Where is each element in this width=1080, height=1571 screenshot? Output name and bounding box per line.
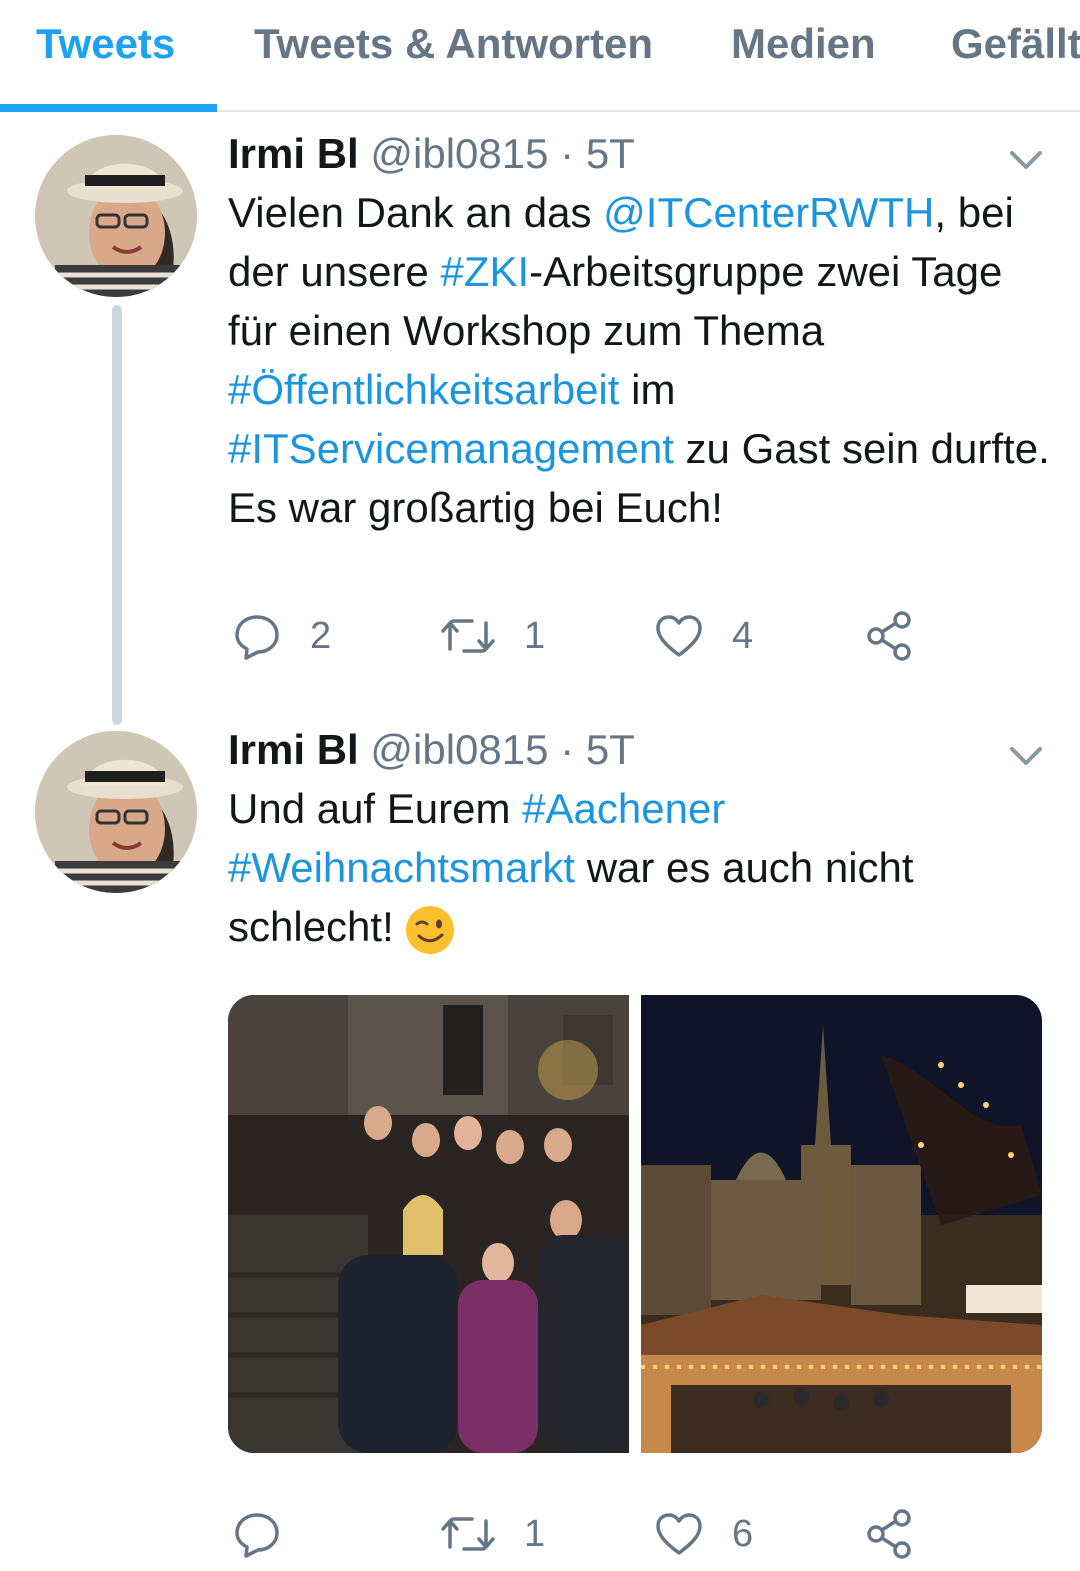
reply-icon <box>235 615 279 660</box>
tweet-menu-button[interactable] <box>1008 741 1044 771</box>
retweet-count: 1 <box>524 1512 546 1555</box>
chevron-down-icon <box>1010 151 1042 169</box>
tweet-text: Vielen Dank an das @ITCenterRWTH, bei de… <box>228 183 1058 537</box>
author-name[interactable]: Irmi Bl <box>228 130 359 177</box>
author-handle[interactable]: @ibl0815 <box>370 726 548 773</box>
tweet-timestamp[interactable]: 5T <box>586 130 635 177</box>
tweet-actions: 1 6 <box>228 1506 1048 1562</box>
reply-button[interactable] <box>232 1506 282 1562</box>
tweet-timestamp[interactable]: 5T <box>586 726 635 773</box>
photo-image-icon <box>641 995 1042 1453</box>
share-button[interactable] <box>864 1506 916 1562</box>
tab-likes[interactable]: Gefällt <box>951 14 1080 74</box>
tweet-actions: 2 1 4 <box>228 608 1048 664</box>
photo-image-icon <box>228 995 629 1453</box>
profile-tabs: Tweets Tweets & Antworten Medien Gefällt <box>0 0 1080 112</box>
tweet-text: Und auf Eurem #Aachener #Weihnachtsmarkt… <box>228 779 1058 956</box>
like-button[interactable]: 6 <box>654 1506 753 1562</box>
share-button[interactable] <box>864 608 916 664</box>
tab-tweets-and-replies[interactable]: Tweets & Antworten <box>254 14 653 74</box>
avatar[interactable] <box>35 135 197 297</box>
tweet-photo-group-selfie[interactable] <box>228 995 629 1453</box>
separator-dot: · <box>560 726 575 773</box>
tweet-text-segment: im <box>619 366 676 413</box>
reply-icon <box>235 1513 279 1558</box>
hashtag-link[interactable]: #ZKI <box>440 248 529 295</box>
hashtag-link[interactable]: #Aachener <box>522 785 725 832</box>
tab-media[interactable]: Medien <box>731 14 876 74</box>
retweet-button[interactable]: 1 <box>440 1506 545 1562</box>
retweet-icon <box>441 619 495 653</box>
tweet-header: Irmi Bl @ibl0815 · 5T <box>228 128 635 180</box>
heart-icon <box>656 1513 702 1555</box>
hashtag-link[interactable]: #Weihnachtsmarkt <box>228 844 575 891</box>
tweet-menu-button[interactable] <box>1008 145 1044 175</box>
tweet-photo-christmas-market[interactable] <box>641 995 1042 1453</box>
tweet-header: Irmi Bl @ibl0815 · 5T <box>228 724 635 776</box>
like-button[interactable]: 4 <box>654 608 753 664</box>
retweet-button[interactable]: 1 <box>440 608 545 664</box>
avatar-photo-icon <box>35 135 197 297</box>
mention-link[interactable]: @ITCenterRWTH <box>603 189 934 236</box>
thread-connector-line <box>112 305 122 725</box>
tab-tweets[interactable]: Tweets <box>36 14 175 74</box>
tweet-text-segment: Vielen Dank an das <box>228 189 604 236</box>
avatar[interactable] <box>35 731 197 893</box>
like-count: 4 <box>732 614 754 657</box>
hashtag-link[interactable]: #Öffentlichkeitsarbeit <box>228 366 619 413</box>
heart-icon <box>656 615 702 657</box>
retweet-icon <box>441 1517 495 1551</box>
hashtag-link[interactable]: #ITServicemanagement <box>228 425 674 472</box>
separator-dot: · <box>560 130 575 177</box>
author-handle[interactable]: @ibl0815 <box>370 130 548 177</box>
tweet-text-segment: Und auf Eurem <box>228 785 523 832</box>
share-icon <box>867 1509 911 1559</box>
avatar-photo-icon <box>35 731 197 893</box>
author-name[interactable]: Irmi Bl <box>228 726 359 773</box>
like-count: 6 <box>732 1512 754 1555</box>
reply-count: 2 <box>310 614 332 657</box>
winking-face-icon <box>405 905 454 954</box>
retweet-count: 1 <box>524 614 546 657</box>
reply-button[interactable]: 2 <box>232 608 331 664</box>
chevron-down-icon <box>1010 747 1042 765</box>
active-tab-indicator <box>0 104 217 112</box>
share-icon <box>867 611 911 661</box>
